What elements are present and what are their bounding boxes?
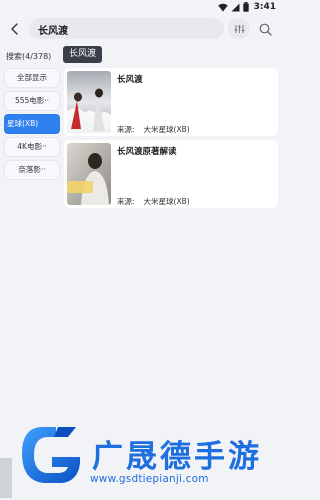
- source-item-all[interactable]: 全部显示: [4, 68, 60, 88]
- back-button[interactable]: [5, 19, 25, 39]
- result-title[interactable]: 长风渡: [117, 73, 143, 85]
- result-card[interactable]: 长风渡原著解读 来源: 大米星球(XB): [64, 140, 278, 208]
- search-input-value: 长风渡: [38, 26, 68, 37]
- edge-handle: [0, 458, 12, 498]
- watermark-logo: [22, 427, 80, 483]
- search-keyword-tag[interactable]: 长风渡: [63, 46, 103, 63]
- chevron-left-icon: [11, 23, 18, 35]
- filter-button[interactable]: [228, 18, 250, 39]
- result-source-prefix: 来源:: [117, 125, 135, 134]
- watermark-url: www.gsdtiepianji.com: [90, 473, 209, 485]
- result-source-prefix: 来源:: [117, 197, 135, 206]
- watermark-brand: 广晟德手游: [92, 439, 262, 475]
- source-item-4k[interactable]: 4K电影··: [4, 137, 60, 157]
- result-source: 来源: 大米星球(XB): [117, 196, 190, 207]
- search-button[interactable]: [255, 19, 275, 39]
- result-cover[interactable]: [67, 143, 111, 205]
- status-bar: 3:41: [0, 0, 282, 14]
- source-item-xingqiu[interactable]: 星球(XB): [4, 114, 60, 134]
- search-input[interactable]: 长风渡: [29, 18, 224, 39]
- battery-icon: [242, 2, 249, 12]
- search-summary-label: 搜索(4/378): [6, 52, 52, 61]
- source-item-nailuo[interactable]: 奈落影··: [4, 160, 60, 180]
- status-icons: 3:41: [217, 1, 276, 13]
- filter-sliders-icon: [234, 24, 244, 33]
- result-cover[interactable]: [67, 71, 111, 133]
- signal-icon: [231, 3, 240, 11]
- search-icon: [259, 23, 272, 36]
- result-card[interactable]: 长风渡 来源: 大米星球(XB): [64, 68, 278, 136]
- result-source: 来源: 大米星球(XB): [117, 124, 190, 135]
- result-source-name: 大米星球(XB): [143, 197, 190, 206]
- source-item-555[interactable]: 555电影··: [4, 91, 60, 111]
- result-title[interactable]: 长风渡原著解读: [117, 145, 177, 157]
- wifi-icon: [217, 3, 228, 11]
- watermark: 广晟德手游 www.gsdtiepianji.com: [0, 415, 282, 500]
- result-source-name: 大米星球(XB): [143, 125, 190, 134]
- status-time: 3:41: [253, 2, 276, 12]
- search-row: 长风渡: [0, 14, 282, 44]
